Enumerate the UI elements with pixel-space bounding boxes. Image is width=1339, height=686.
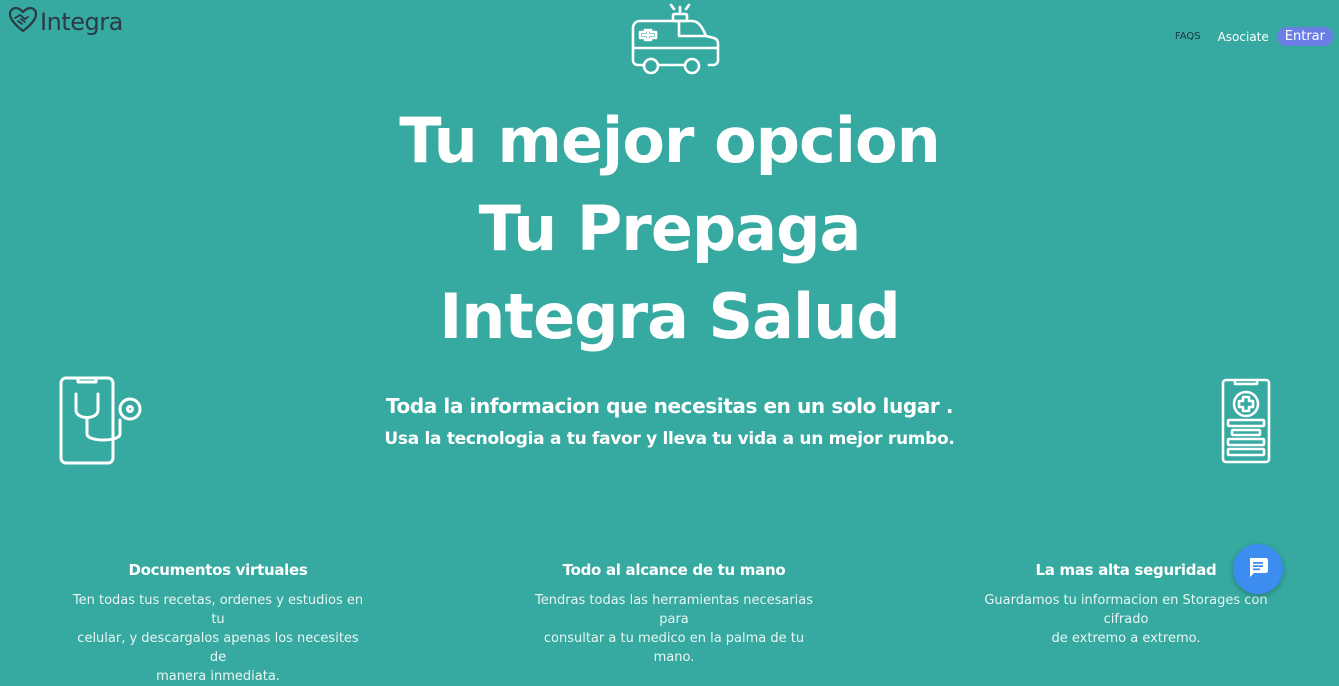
medical-record-icon (1220, 378, 1272, 468)
feature-text: Tendras todas las herramientas necesaria… (534, 593, 814, 665)
hero-tagline: Usa la tecnologia a tu favor y lleva tu … (384, 429, 955, 449)
feature-alcance: Todo al alcance de tu mano Tendras todas… (524, 561, 824, 667)
ambulance-icon (630, 0, 720, 80)
logo-text: Integra (40, 8, 123, 36)
feature-text: Ten todas tus recetas, ordenes y estudio… (72, 593, 364, 684)
phone-stethoscope-icon (58, 376, 150, 470)
login-button[interactable]: Entrar (1276, 27, 1333, 46)
hero-line-1: Tu mejor opcion (399, 104, 941, 177)
hero-subtitle: Toda la informacion que necesitas en un … (385, 394, 954, 418)
chat-button[interactable] (1233, 544, 1283, 594)
hero-line-3: Integra Salud (439, 280, 901, 353)
chat-icon (1247, 556, 1269, 582)
feature-title: Documentos virtuales (128, 561, 308, 579)
hero-line-2: Tu Prepaga (478, 192, 862, 265)
feature-documentos: Documentos virtuales Ten todas tus recet… (68, 561, 368, 686)
nav-asociate-link[interactable]: Asociate (1218, 30, 1269, 44)
heart-handshake-icon (8, 6, 38, 38)
feature-text: Guardamos tu informacion en Storages con… (984, 593, 1268, 646)
brand-logo[interactable]: Integra (8, 6, 123, 38)
feature-title: Todo al alcance de tu mano (562, 561, 786, 579)
nav-faqs-link[interactable]: FAQS (1175, 31, 1201, 42)
top-nav: FAQS Asociate Entrar (1175, 27, 1333, 46)
